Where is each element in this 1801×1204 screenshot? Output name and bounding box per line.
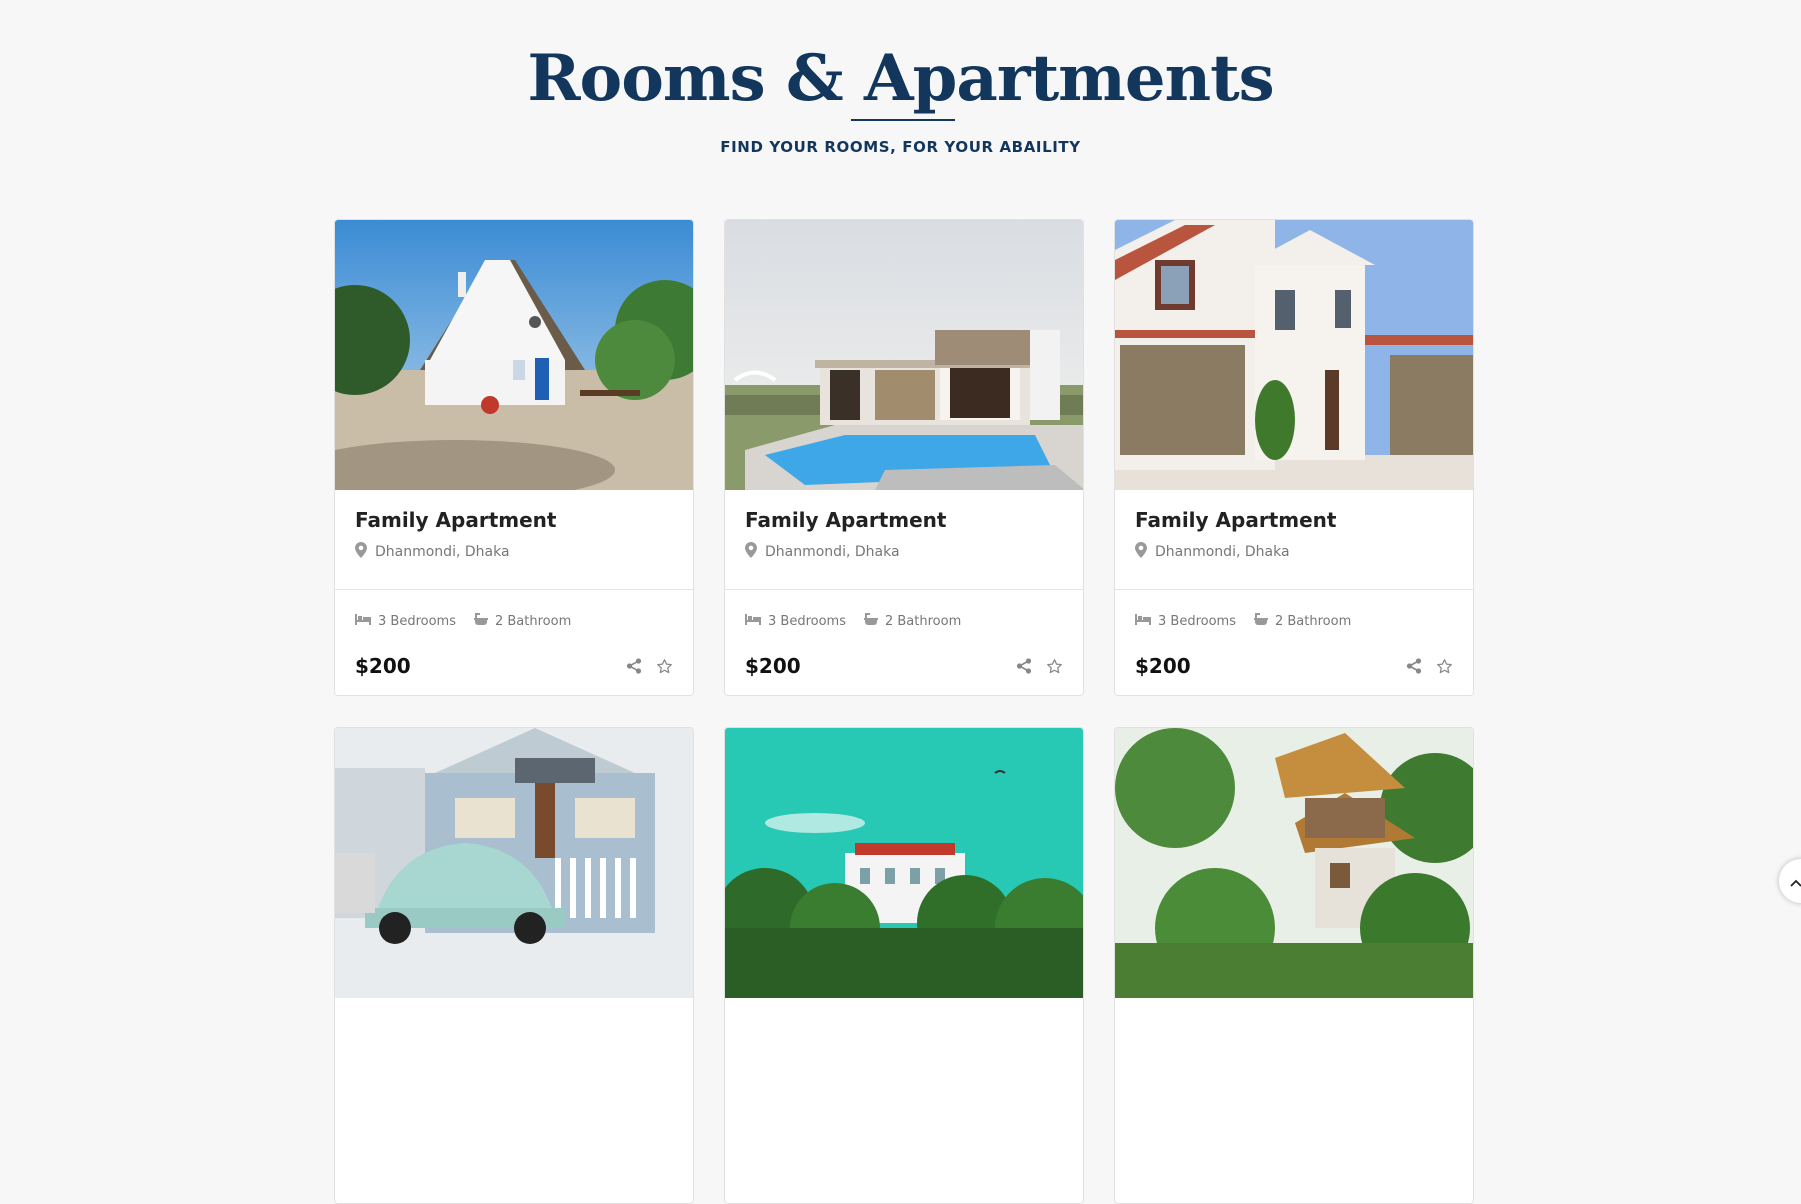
bathrooms-text: 2 Bathroom xyxy=(884,613,962,629)
bedrooms-feature: 3 Bedrooms xyxy=(355,613,456,629)
star-icon[interactable] xyxy=(655,657,673,675)
card-body: Family Apartment Dhanmondi, Dhaka xyxy=(335,490,693,590)
listing-location: Dhanmondi, Dhaka xyxy=(745,542,1063,562)
share-icon[interactable] xyxy=(1405,657,1423,675)
bed-icon xyxy=(355,613,371,629)
listing-card[interactable] xyxy=(1114,727,1474,1204)
bed-icon xyxy=(745,613,761,629)
price-row: $200 xyxy=(1135,654,1453,678)
listing-card[interactable]: Family Apartment Dhanmondi, Dhaka 3 Bedr… xyxy=(724,219,1084,696)
page-subtitle: FIND YOUR ROOMS, FOR YOUR ABAILITY xyxy=(720,138,1081,156)
listing-grid: Family Apartment Dhanmondi, Dhaka 3 Bedr… xyxy=(334,219,1474,1204)
listing-photo-thatched-treehouse[interactable] xyxy=(1115,728,1473,998)
card-actions xyxy=(625,657,673,675)
listing-card[interactable]: Family Apartment Dhanmondi, Dhaka 3 Bedr… xyxy=(1114,219,1474,696)
listing-photo-hilltop-mansion[interactable] xyxy=(725,728,1083,998)
bathtub-icon xyxy=(1253,612,1268,630)
chevron-up-icon xyxy=(1790,872,1801,891)
map-pin-icon xyxy=(745,542,757,562)
listing-card[interactable]: Family Apartment Dhanmondi, Dhaka 3 Bedr… xyxy=(334,219,694,696)
bathtub-icon xyxy=(473,612,488,630)
listing-photo-white-cottage[interactable] xyxy=(335,220,693,490)
listing-photo-modern-house-pool[interactable] xyxy=(725,220,1083,490)
bedrooms-feature: 3 Bedrooms xyxy=(745,613,846,629)
listing-photo-white-villa-garage[interactable] xyxy=(1115,220,1473,490)
star-icon[interactable] xyxy=(1045,657,1063,675)
bathtub-icon xyxy=(863,612,878,630)
bedrooms-feature: 3 Bedrooms xyxy=(1135,613,1236,629)
listing-location: Dhanmondi, Dhaka xyxy=(355,542,673,562)
share-icon[interactable] xyxy=(1015,657,1033,675)
bathrooms-feature: 2 Bathroom xyxy=(473,612,572,630)
features-list: 3 Bedrooms 2 Bathroom xyxy=(355,612,673,630)
listing-card[interactable] xyxy=(334,727,694,1204)
features-list: 3 Bedrooms 2 Bathroom xyxy=(745,612,1063,630)
listing-location: Dhanmondi, Dhaka xyxy=(1135,542,1453,562)
bathrooms-text: 2 Bathroom xyxy=(1274,613,1352,629)
bathrooms-feature: 2 Bathroom xyxy=(863,612,962,630)
title-underline xyxy=(851,119,955,121)
listing-title[interactable]: Family Apartment xyxy=(355,508,673,532)
card-footer: 3 Bedrooms 2 Bathroom $200 xyxy=(1115,590,1473,678)
card-actions xyxy=(1405,657,1453,675)
map-pin-icon xyxy=(355,542,367,562)
bedrooms-text: 3 Bedrooms xyxy=(768,613,846,629)
listing-photo-house-with-beetle[interactable] xyxy=(335,728,693,998)
card-body: Family Apartment Dhanmondi, Dhaka xyxy=(1115,490,1473,590)
listing-title[interactable]: Family Apartment xyxy=(1135,508,1453,532)
page-title: Rooms & Apartments xyxy=(527,41,1274,116)
card-footer: 3 Bedrooms 2 Bathroom $200 xyxy=(725,590,1083,678)
card-actions xyxy=(1015,657,1063,675)
price-row: $200 xyxy=(355,654,673,678)
star-icon[interactable] xyxy=(1435,657,1453,675)
bedrooms-text: 3 Bedrooms xyxy=(1158,613,1236,629)
price-row: $200 xyxy=(745,654,1063,678)
listing-title[interactable]: Family Apartment xyxy=(745,508,1063,532)
location-text: Dhanmondi, Dhaka xyxy=(765,544,900,560)
bathrooms-feature: 2 Bathroom xyxy=(1253,612,1352,630)
listing-price: $200 xyxy=(745,654,801,678)
bed-icon xyxy=(1135,613,1151,629)
card-footer: 3 Bedrooms 2 Bathroom $200 xyxy=(335,590,693,678)
map-pin-icon xyxy=(1135,542,1147,562)
listing-card[interactable] xyxy=(724,727,1084,1204)
bedrooms-text: 3 Bedrooms xyxy=(378,613,456,629)
listing-price: $200 xyxy=(1135,654,1191,678)
listing-price: $200 xyxy=(355,654,411,678)
bathrooms-text: 2 Bathroom xyxy=(494,613,572,629)
location-text: Dhanmondi, Dhaka xyxy=(1155,544,1290,560)
card-body: Family Apartment Dhanmondi, Dhaka xyxy=(725,490,1083,590)
share-icon[interactable] xyxy=(625,657,643,675)
location-text: Dhanmondi, Dhaka xyxy=(375,544,510,560)
scroll-to-top-button[interactable] xyxy=(1779,859,1801,903)
features-list: 3 Bedrooms 2 Bathroom xyxy=(1135,612,1453,630)
